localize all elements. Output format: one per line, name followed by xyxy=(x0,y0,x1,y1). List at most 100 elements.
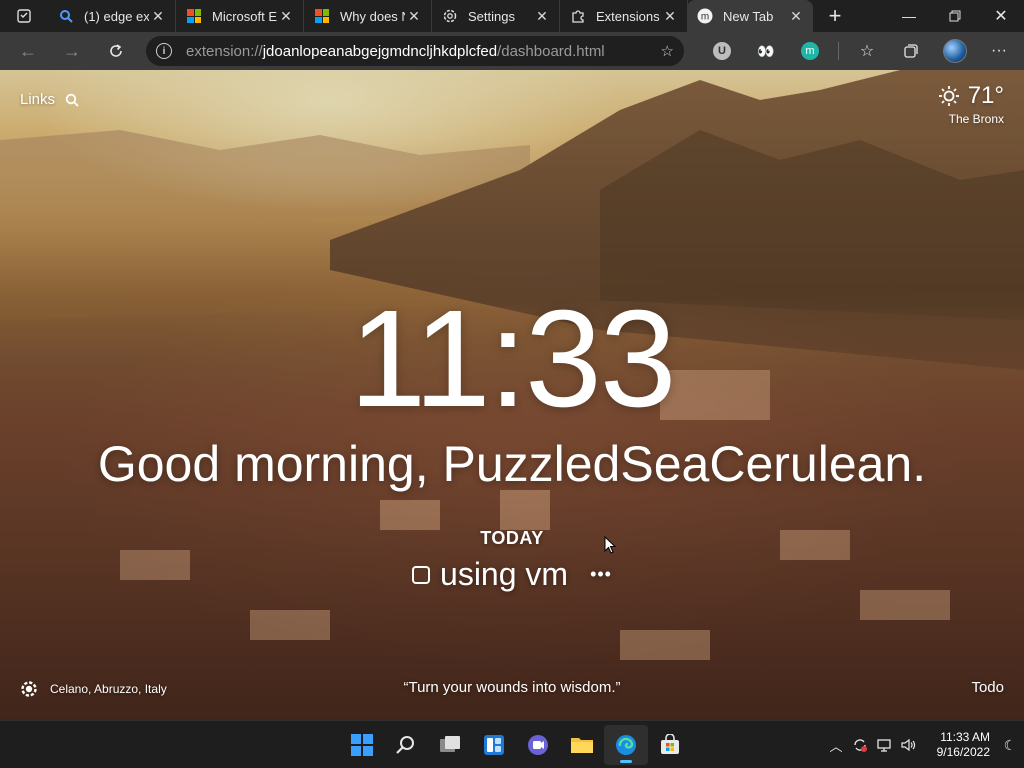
svg-text:m: m xyxy=(701,12,709,23)
teams-chat-icon xyxy=(528,735,548,755)
chevron-up-icon: ︿ xyxy=(829,738,843,754)
teams-chat-button[interactable] xyxy=(516,725,560,765)
tab-title: Why does N xyxy=(340,8,405,24)
restore-button[interactable] xyxy=(932,0,978,32)
add-favorite-icon[interactable]: ☆ xyxy=(661,42,674,60)
file-explorer-button[interactable] xyxy=(560,725,604,765)
tab-actions-button[interactable] xyxy=(0,0,48,32)
momentum-m-icon: m xyxy=(697,8,713,24)
todo-button[interactable]: Todo xyxy=(971,679,1004,696)
show-hidden-icons-button[interactable]: ︿ xyxy=(824,736,848,755)
u-extension-icon: U xyxy=(713,42,731,60)
u-extension-button[interactable]: U xyxy=(700,42,744,60)
widgets-icon xyxy=(484,735,504,755)
microsoft-logo-icon xyxy=(314,8,330,24)
tab-microsoft-edge[interactable]: Microsoft E ✕ xyxy=(176,0,304,32)
edge-logo-icon xyxy=(616,735,636,755)
collections-icon xyxy=(904,44,918,58)
tab-new-tab[interactable]: m New Tab ✕ xyxy=(687,0,813,32)
sync-alert-icon xyxy=(854,739,867,752)
close-tab-icon[interactable]: ✕ xyxy=(277,7,295,25)
tab-why-does[interactable]: Why does N ✕ xyxy=(304,0,432,32)
network-icon xyxy=(877,739,891,752)
momentum-dashboard: Links 71° The Bronx 11:33 Good morning, … xyxy=(0,70,1024,720)
window-controls: — ✕ xyxy=(886,0,1024,32)
close-tab-icon[interactable]: ✕ xyxy=(533,7,551,25)
momentum-extension-icon: m xyxy=(801,42,819,60)
more-dots-icon: ··· xyxy=(991,42,1007,59)
tab-settings[interactable]: Settings ✕ xyxy=(432,0,560,32)
close-tab-icon[interactable]: ✕ xyxy=(405,7,423,25)
microsoft-logo-icon xyxy=(186,8,202,24)
close-tab-icon[interactable]: ✕ xyxy=(149,7,167,25)
tab-edge-ext[interactable]: (1) edge ext ✕ xyxy=(48,0,176,32)
tab-extensions[interactable]: Extensions ✕ xyxy=(560,0,688,32)
favorites-star-icon: ☆ xyxy=(859,43,875,60)
tab-title: (1) edge ext xyxy=(84,8,149,24)
address-bar[interactable]: i extension://jdoanlopeanabgejgmdncljhkd… xyxy=(146,36,684,66)
start-button[interactable] xyxy=(340,725,384,765)
back-arrow-icon: ← xyxy=(19,40,37,61)
search-button[interactable] xyxy=(384,725,428,765)
network-button[interactable] xyxy=(872,737,896,753)
minimize-button[interactable]: — xyxy=(886,0,932,32)
settings-gear-icon xyxy=(442,8,458,24)
close-tab-icon[interactable]: ✕ xyxy=(787,7,805,25)
weather-location: The Bronx xyxy=(948,112,1004,126)
tab-actions-icon xyxy=(17,9,31,23)
avatar xyxy=(943,39,967,63)
browser-tab-bar: (1) edge ext ✕ Microsoft E ✕ Why does N … xyxy=(0,0,1024,32)
task-view-button[interactable] xyxy=(428,725,472,765)
focus-assist-button[interactable]: ☾ xyxy=(996,737,1024,754)
momentum-extension-button[interactable]: m xyxy=(788,42,832,60)
microsoft-store-button[interactable] xyxy=(648,725,692,765)
system-tray: ︿ 11:33 AM 9/16/2022 ☾ xyxy=(824,721,1024,768)
eyes-extension-button[interactable]: 👀 xyxy=(744,43,788,60)
tab-title: New Tab xyxy=(723,8,774,24)
new-tab-button[interactable]: + xyxy=(817,0,853,32)
close-tab-icon[interactable]: ✕ xyxy=(661,7,679,25)
focus-task-text: using vm xyxy=(440,556,569,592)
windows-taskbar: ︿ 11:33 AM 9/16/2022 ☾ xyxy=(0,720,1024,768)
quote-text[interactable]: “Turn your wounds into wisdom.” xyxy=(0,679,1024,696)
volume-button[interactable] xyxy=(896,737,920,753)
greeting-text: Good morning, PuzzledSeaCerulean. xyxy=(97,436,927,492)
close-icon: ✕ xyxy=(994,8,1008,25)
toolbar-separator xyxy=(838,42,839,60)
task-view-icon xyxy=(440,736,460,752)
favorites-button[interactable]: ☆ xyxy=(845,41,889,61)
edge-browser-button[interactable] xyxy=(604,725,648,765)
forward-arrow-icon: → xyxy=(63,40,81,61)
forward-button[interactable]: → xyxy=(50,32,94,70)
taskbar-apps xyxy=(340,721,692,768)
weather-temperature: 71° xyxy=(967,82,1004,109)
puzzle-piece-icon xyxy=(570,8,586,24)
links-label: Links xyxy=(20,91,56,108)
focus-more-button[interactable]: ••• xyxy=(590,564,612,585)
search-icon xyxy=(396,736,414,754)
site-info-icon[interactable]: i xyxy=(156,43,172,59)
links-button[interactable]: Links xyxy=(20,91,79,108)
refresh-button[interactable] xyxy=(94,32,138,70)
taskbar-clock[interactable]: 11:33 AM 9/16/2022 xyxy=(920,730,990,760)
extension-icons: U 👀 m ☆ ··· xyxy=(700,32,1021,70)
focus-label: TODAY xyxy=(480,528,544,548)
widgets-button[interactable] xyxy=(472,725,516,765)
search-icon[interactable] xyxy=(65,93,79,107)
sync-status-button[interactable] xyxy=(848,737,872,753)
minimize-icon: — xyxy=(902,8,916,24)
tab-title: Extensions xyxy=(596,8,660,24)
focus-checkbox[interactable] xyxy=(412,565,431,584)
browser-toolbar: ← → i extension://jdoanlopeanabgejgmdncl… xyxy=(0,32,1024,70)
profile-button[interactable] xyxy=(933,39,977,63)
focus-item: using vm ••• xyxy=(0,556,1024,593)
restore-icon xyxy=(949,10,961,22)
back-button[interactable]: ← xyxy=(6,32,50,70)
close-window-button[interactable]: ✕ xyxy=(978,0,1024,32)
plus-icon: + xyxy=(828,3,842,28)
moon-icon: ☾ xyxy=(1003,736,1017,753)
weather-widget[interactable]: 71° The Bronx xyxy=(938,82,1004,126)
tab-title: Settings xyxy=(468,8,515,24)
settings-menu-button[interactable]: ··· xyxy=(977,42,1021,60)
collections-button[interactable] xyxy=(889,43,933,59)
